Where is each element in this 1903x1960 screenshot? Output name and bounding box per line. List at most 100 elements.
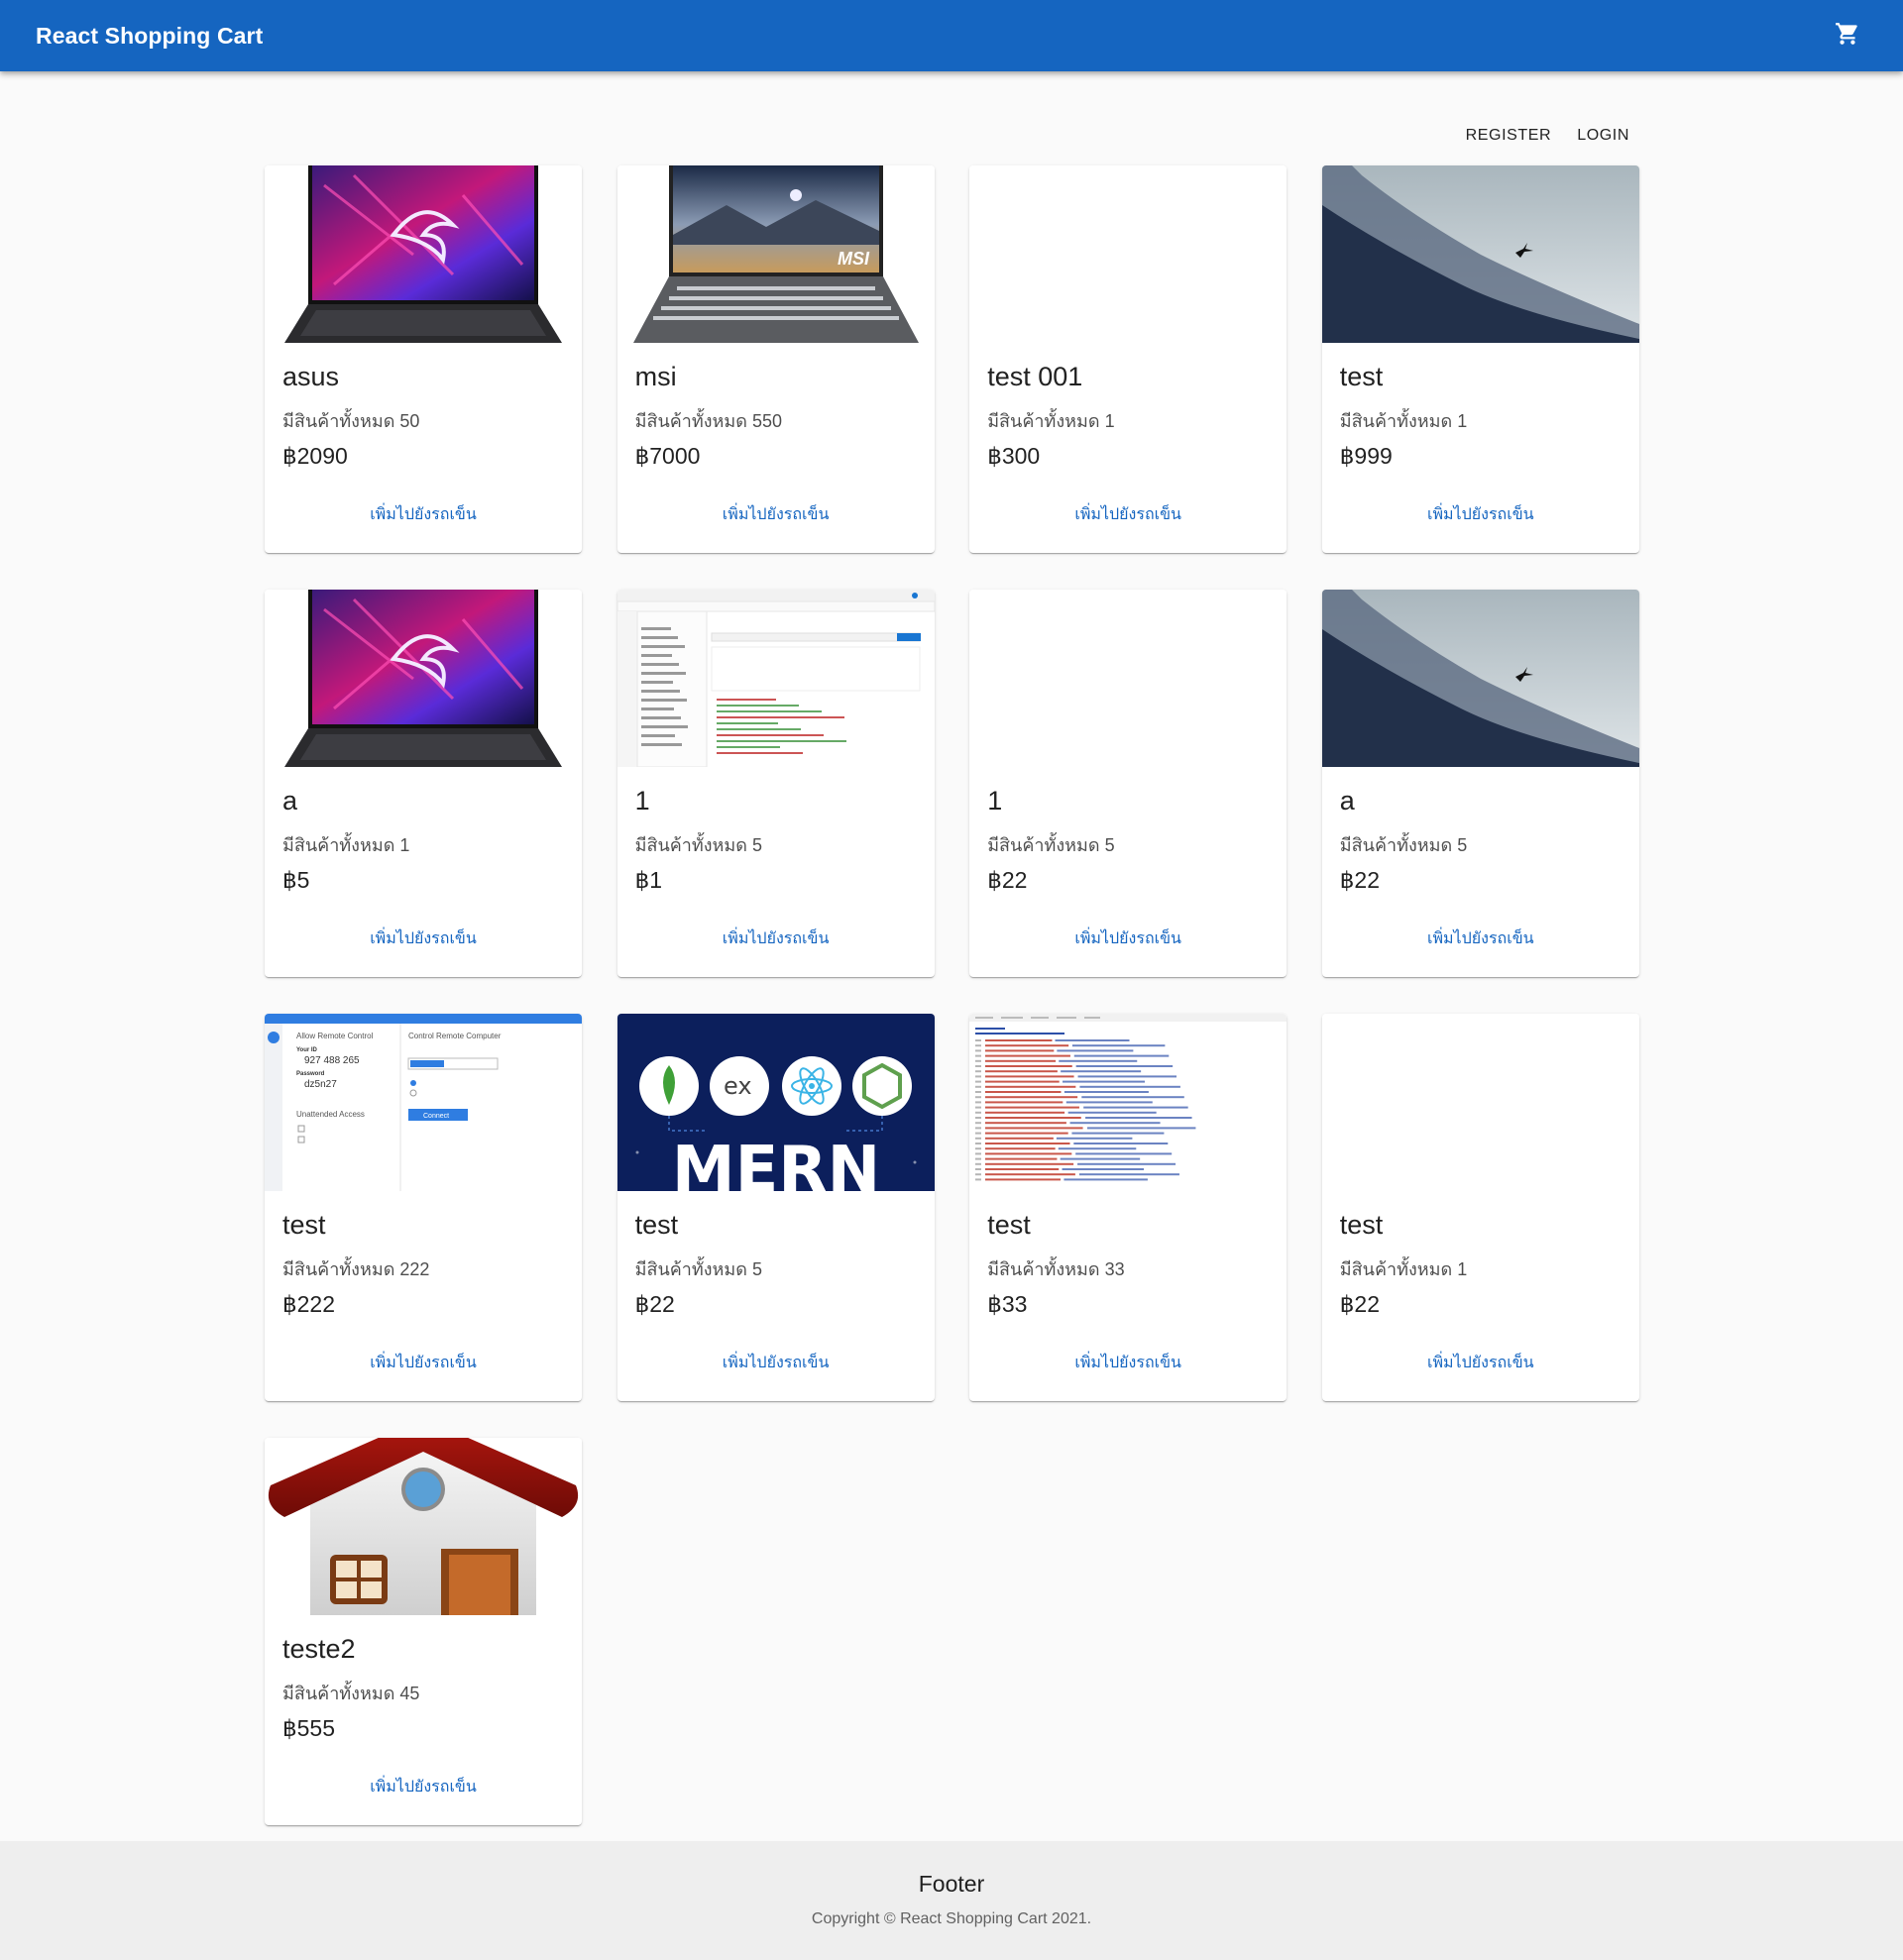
product-stock: มีสินค้าทั้งหมด 222 bbox=[282, 1254, 564, 1283]
price-value: 300 bbox=[1001, 443, 1041, 470]
price-value: 22 bbox=[649, 1291, 675, 1318]
stock-count: 5 bbox=[752, 835, 763, 856]
currency-symbol: ฿ bbox=[282, 1291, 297, 1318]
product-price: ฿33 bbox=[987, 1291, 1269, 1318]
stock-count: 222 bbox=[399, 1259, 430, 1280]
stock-prefix: มีสินค้าทั้งหมด bbox=[987, 835, 1100, 856]
add-to-cart-button[interactable]: เพิ่มไปยังรถเข็น bbox=[265, 1775, 582, 1799]
product-card: asus มีสินค้าทั้งหมด 50 ฿2090 เพิ่มไปยัง… bbox=[265, 165, 582, 553]
app-title[interactable]: React Shopping Cart bbox=[36, 23, 263, 50]
product-image[interactable] bbox=[1321, 1014, 1639, 1191]
add-to-cart-button[interactable]: เพิ่มไปยังรถเข็น bbox=[1322, 502, 1639, 527]
svg-text:Unattended Access: Unattended Access bbox=[296, 1110, 365, 1119]
currency-symbol: ฿ bbox=[1339, 443, 1355, 470]
currency-symbol: ฿ bbox=[282, 1715, 297, 1742]
add-to-cart-button[interactable]: เพิ่มไปยังรถเข็น bbox=[1322, 1351, 1639, 1375]
product-name: test bbox=[987, 1210, 1031, 1240]
product-stock: มีสินค้าทั้งหมด 1 bbox=[282, 830, 564, 859]
stock-prefix: มีสินค้าทั้งหมด bbox=[1339, 1259, 1453, 1280]
svg-text:MERN: MERN bbox=[671, 1134, 879, 1191]
svg-text:Your ID: Your ID bbox=[296, 1047, 318, 1053]
stock-prefix: มีสินค้าทั้งหมด bbox=[282, 835, 395, 856]
product-price: ฿7000 bbox=[635, 443, 917, 470]
add-to-cart-button[interactable]: เพิ่มไปยังรถเข็น bbox=[1322, 926, 1639, 951]
footer-title: Footer bbox=[918, 1871, 985, 1897]
add-to-cart-button[interactable]: เพิ่มไปยังรถเข็น bbox=[969, 502, 1287, 527]
price-value: 22 bbox=[1354, 1291, 1381, 1318]
product-price: ฿1 bbox=[635, 867, 917, 894]
add-to-cart-button[interactable]: เพิ่มไปยังรถเข็น bbox=[265, 926, 582, 951]
product-image[interactable]: ex MERN bbox=[616, 1014, 935, 1191]
stock-prefix: มีสินค้าทั้งหมด bbox=[282, 1259, 395, 1280]
currency-symbol: ฿ bbox=[634, 867, 650, 894]
price-value: 222 bbox=[296, 1291, 336, 1318]
stock-prefix: มีสินค้าทั้งหมด bbox=[1339, 411, 1453, 432]
svg-text:ex: ex bbox=[724, 1072, 752, 1100]
product-price: ฿222 bbox=[282, 1291, 564, 1318]
stock-prefix: มีสินค้าทั้งหมด bbox=[634, 411, 747, 432]
product-image[interactable] bbox=[616, 590, 935, 767]
product-card: MSI msi มีสินค้าทั้งหมด 550 ฿7000 เพิ่มไ… bbox=[616, 165, 935, 553]
product-price: ฿22 bbox=[1340, 867, 1622, 894]
product-grid: asus มีสินค้าทั้งหมด 50 ฿2090 เพิ่มไปยัง… bbox=[265, 165, 1639, 1825]
product-name: test bbox=[1339, 362, 1384, 391]
product-price: ฿5 bbox=[282, 867, 564, 894]
price-value: 22 bbox=[1354, 867, 1381, 894]
stock-count: 5 bbox=[1457, 835, 1468, 856]
svg-text:927 488 265: 927 488 265 bbox=[304, 1055, 360, 1066]
product-card: test มีสินค้าทั้งหมด 1 ฿999 เพิ่มไปยังรถ… bbox=[1321, 165, 1639, 553]
price-value: 555 bbox=[296, 1715, 336, 1742]
currency-symbol: ฿ bbox=[634, 1291, 650, 1318]
add-to-cart-button[interactable]: เพิ่มไปยังรถเข็น bbox=[969, 1351, 1287, 1375]
stock-count: 1 bbox=[1457, 411, 1468, 432]
product-image[interactable] bbox=[265, 1438, 582, 1615]
product-image[interactable] bbox=[969, 165, 1287, 343]
stock-prefix: มีสินค้าทั้งหมด bbox=[987, 411, 1100, 432]
product-name: 1 bbox=[634, 786, 650, 816]
add-to-cart-button[interactable]: เพิ่มไปยังรถเข็น bbox=[265, 502, 582, 527]
product-name: a bbox=[282, 786, 298, 816]
product-card: 1 มีสินค้าทั้งหมด 5 ฿22 เพิ่มไปยังรถเข็น bbox=[969, 590, 1287, 977]
stock-count: 45 bbox=[399, 1684, 420, 1704]
product-stock: มีสินค้าทั้งหมด 50 bbox=[282, 406, 564, 435]
product-image[interactable] bbox=[1321, 165, 1639, 343]
product-stock: มีสินค้าทั้งหมด 1 bbox=[1340, 406, 1622, 435]
stock-prefix: มีสินค้าทั้งหมด bbox=[1339, 835, 1453, 856]
stock-prefix: มีสินค้าทั้งหมด bbox=[987, 1259, 1100, 1280]
product-image[interactable] bbox=[1321, 590, 1639, 767]
product-image[interactable] bbox=[969, 590, 1287, 767]
add-to-cart-button[interactable]: เพิ่มไปยังรถเข็น bbox=[617, 1351, 935, 1375]
product-card: 1 มีสินค้าทั้งหมด 5 ฿1 เพิ่มไปยังรถเข็น bbox=[616, 590, 935, 977]
product-card: ex MERN test มีสินค้าทั้งหมด 5 ฿22 เพิ่ม… bbox=[616, 1014, 935, 1401]
product-image[interactable] bbox=[265, 165, 582, 343]
add-to-cart-button[interactable]: เพิ่มไปยังรถเข็น bbox=[969, 926, 1287, 951]
cart-button[interactable] bbox=[1828, 16, 1867, 55]
currency-symbol: ฿ bbox=[282, 867, 297, 894]
add-to-cart-button[interactable]: เพิ่มไปยังรถเข็น bbox=[617, 502, 935, 527]
add-to-cart-button[interactable]: เพิ่มไปยังรถเข็น bbox=[265, 1351, 582, 1375]
product-price: ฿999 bbox=[1340, 443, 1622, 470]
login-link[interactable]: LOGIN bbox=[1575, 123, 1631, 149]
stock-prefix: มีสินค้าทั้งหมด bbox=[282, 1684, 395, 1704]
add-to-cart-button[interactable]: เพิ่มไปยังรถเข็น bbox=[617, 926, 935, 951]
register-link[interactable]: REGISTER bbox=[1464, 123, 1554, 149]
product-price: ฿2090 bbox=[282, 443, 564, 470]
product-image[interactable]: MSI bbox=[616, 165, 935, 343]
product-stock: มีสินค้าทั้งหมด 1 bbox=[987, 406, 1269, 435]
product-image[interactable] bbox=[969, 1014, 1287, 1191]
product-image[interactable] bbox=[265, 590, 582, 767]
product-card: Allow Remote Control Control Remote Comp… bbox=[265, 1014, 582, 1401]
price-value: 22 bbox=[1001, 867, 1028, 894]
product-stock: มีสินค้าทั้งหมด 5 bbox=[1340, 830, 1622, 859]
product-stock: มีสินค้าทั้งหมด 5 bbox=[987, 830, 1269, 859]
stock-count: 1 bbox=[1104, 411, 1115, 432]
product-name: a bbox=[1339, 786, 1355, 816]
product-name: test 001 bbox=[987, 362, 1083, 391]
svg-text:Control Remote Computer: Control Remote Computer bbox=[408, 1032, 502, 1040]
product-image[interactable]: Allow Remote Control Control Remote Comp… bbox=[265, 1014, 582, 1191]
svg-text:Allow Remote Control: Allow Remote Control bbox=[296, 1032, 374, 1040]
product-price: ฿555 bbox=[282, 1715, 564, 1742]
product-card: teste2 มีสินค้าทั้งหมด 45 ฿555 เพิ่มไปยั… bbox=[265, 1438, 582, 1825]
product-card: a มีสินค้าทั้งหมด 5 ฿22 เพิ่มไปยังรถเข็น bbox=[1321, 590, 1639, 977]
price-value: 7000 bbox=[649, 443, 701, 470]
